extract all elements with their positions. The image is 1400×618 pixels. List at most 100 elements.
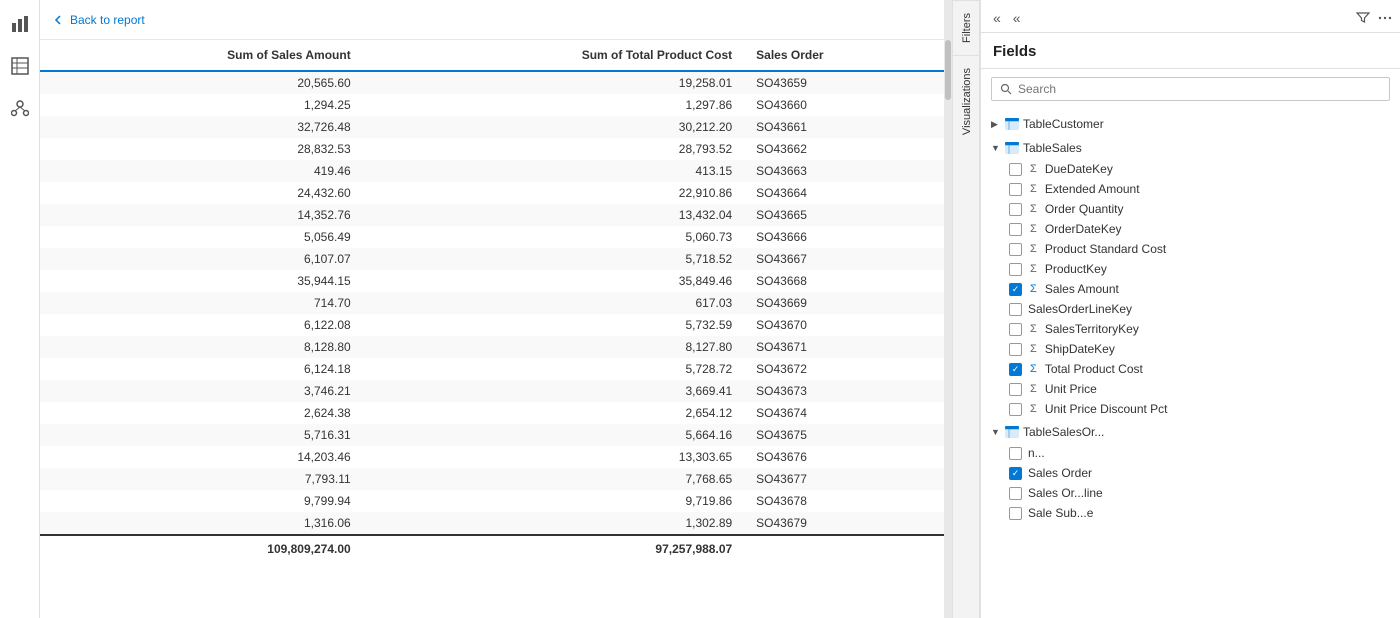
table-cell: SO43668 [744,270,944,292]
more-options-icon[interactable] [1378,11,1392,25]
table-cell: 5,718.52 [363,248,744,270]
table-cell: 28,793.52 [363,138,744,160]
table-sales-group: ▼ TableSales ΣDueDateKeyΣExtended Amount… [981,137,1400,419]
table-cell: SO43666 [744,226,944,248]
field-item-so-salesorderline[interactable]: Sales Or...line [981,483,1400,503]
field-checkbox-extendedamount[interactable] [1009,183,1022,196]
field-checkbox-productkey[interactable] [1009,263,1022,276]
table-cell: 9,799.94 [40,490,363,512]
table-row: 7,793.117,768.65SO43677 [40,468,944,490]
fields-search-input[interactable] [1018,82,1381,96]
table-row: 3,746.213,669.41SO43673 [40,380,944,402]
collapse-panel-button[interactable]: « [1009,8,1025,28]
field-checkbox-so-salessubline[interactable] [1009,507,1022,520]
table-row: 8,128.808,127.80SO43671 [40,336,944,358]
field-item-so-field1[interactable]: n... [981,443,1400,463]
fields-panel: « « Fields ▶ TableC [980,0,1400,618]
filters-tab[interactable]: Filters [953,0,979,55]
field-checkbox-unitprice[interactable] [1009,383,1022,396]
table-cell: 5,664.16 [363,424,744,446]
table-cell: 32,726.48 [40,116,363,138]
field-label: OrderDateKey [1045,222,1390,236]
field-item-productkey[interactable]: ΣProductKey [981,259,1400,279]
table-cell: SO43664 [744,182,944,204]
table-cell: SO43675 [744,424,944,446]
filter-icon[interactable] [1356,11,1370,25]
field-label: SalesTerritoryKey [1045,322,1390,336]
fields-header: Fields [981,33,1400,69]
table-customer-label: TableCustomer [1023,117,1104,131]
field-item-extendedamount[interactable]: ΣExtended Amount [981,179,1400,199]
table-cell: 2,654.12 [363,402,744,424]
table-row: 6,107.075,718.52SO43667 [40,248,944,270]
field-item-so-salesorder[interactable]: Sales Order [981,463,1400,483]
collapse-all-button[interactable]: « [989,8,1005,28]
field-item-orderdatekey[interactable]: ΣOrderDateKey [981,219,1400,239]
field-checkbox-so-salesorder[interactable] [1009,467,1022,480]
field-checkbox-unitpricediscountpct[interactable] [1009,403,1022,416]
table-cell: 1,297.86 [363,94,744,116]
field-label: Extended Amount [1045,182,1390,196]
col-header-sales-order[interactable]: Sales Order [744,40,944,71]
field-item-shipdatekey[interactable]: ΣShipDateKey [981,339,1400,359]
field-checkbox-orderquantity[interactable] [1009,203,1022,216]
visualizations-tab[interactable]: Visualizations [953,55,979,147]
field-checkbox-shipdatekey[interactable] [1009,343,1022,356]
field-label: Product Standard Cost [1045,242,1390,256]
col-header-product-cost[interactable]: Sum of Total Product Cost [363,40,744,71]
field-checkbox-salesorderlinekey[interactable] [1009,303,1022,316]
chart-view-icon[interactable] [6,10,34,38]
field-label-so: n... [1028,446,1390,460]
table-scrollbar[interactable] [944,0,952,618]
field-item-unitpricediscountpct[interactable]: ΣUnit Price Discount Pct [981,399,1400,419]
back-to-report-button[interactable]: Back to report [52,13,145,27]
field-item-totalproductcost[interactable]: ΣTotal Product Cost [981,359,1400,379]
model-view-icon[interactable] [6,94,34,122]
field-label: ShipDateKey [1045,342,1390,356]
table-sales-header[interactable]: ▼ TableSales [981,137,1400,159]
table-salesorder-group: ▼ TableSalesOr... n... Sales OrderSales O… [981,421,1400,523]
table-salesorder-header[interactable]: ▼ TableSalesOr... [981,421,1400,443]
top-bar: Back to report [40,0,944,40]
search-icon [1000,83,1012,95]
sigma-icon: Σ [1030,363,1037,375]
field-item-productstandardcost[interactable]: Σ Product Standard Cost [981,239,1400,259]
field-item-salesamount[interactable]: ΣSales Amount [981,279,1400,299]
table-cell: 1,302.89 [363,512,744,535]
table-row: 6,124.185,728.72SO43672 [40,358,944,380]
fields-title: Fields [993,43,1036,60]
table-cell: 419.46 [40,160,363,182]
field-checkbox-so-salesorderline[interactable] [1009,487,1022,500]
table-cell: 5,732.59 [363,314,744,336]
field-item-duedatekey[interactable]: ΣDueDateKey [981,159,1400,179]
col-header-sales-amount[interactable]: Sum of Sales Amount [40,40,363,71]
field-item-salesorderlinekey[interactable]: SalesOrderLineKey [981,299,1400,319]
field-checkbox-productstandardcost[interactable] [1009,243,1022,256]
sigma-icon: Σ [1030,243,1037,255]
left-sidebar [0,0,40,618]
table-row: 419.46413.15SO43663 [40,160,944,182]
field-checkbox-duedatekey[interactable] [1009,163,1022,176]
table-view-icon[interactable] [6,52,34,80]
field-checkbox-orderdatekey[interactable] [1009,223,1022,236]
table-cell: SO43677 [744,468,944,490]
table-cell: 3,669.41 [363,380,744,402]
table-row: 14,203.4613,303.65SO43676 [40,446,944,468]
field-checkbox-salesterritorykey[interactable] [1009,323,1022,336]
field-checkbox-so-field1[interactable] [1009,447,1022,460]
field-checkbox-salesamount[interactable] [1009,283,1022,296]
search-box[interactable] [991,77,1390,101]
total-cell [744,535,944,562]
sigma-icon: Σ [1030,163,1037,175]
table-cell: 14,352.76 [40,204,363,226]
field-item-orderquantity[interactable]: ΣOrder Quantity [981,199,1400,219]
table-row: 1,316.061,302.89SO43679 [40,512,944,535]
table-cell: 8,127.80 [363,336,744,358]
field-item-unitprice[interactable]: ΣUnit Price [981,379,1400,399]
field-item-so-salessubline[interactable]: Sale Sub...e [981,503,1400,523]
field-item-salesterritorykey[interactable]: ΣSalesTerritoryKey [981,319,1400,339]
table-customer-header[interactable]: ▶ TableCustomer [981,113,1400,135]
field-checkbox-totalproductcost[interactable] [1009,363,1022,376]
table-row: 24,432.6022,910.86SO43664 [40,182,944,204]
table-cell: 5,060.73 [363,226,744,248]
